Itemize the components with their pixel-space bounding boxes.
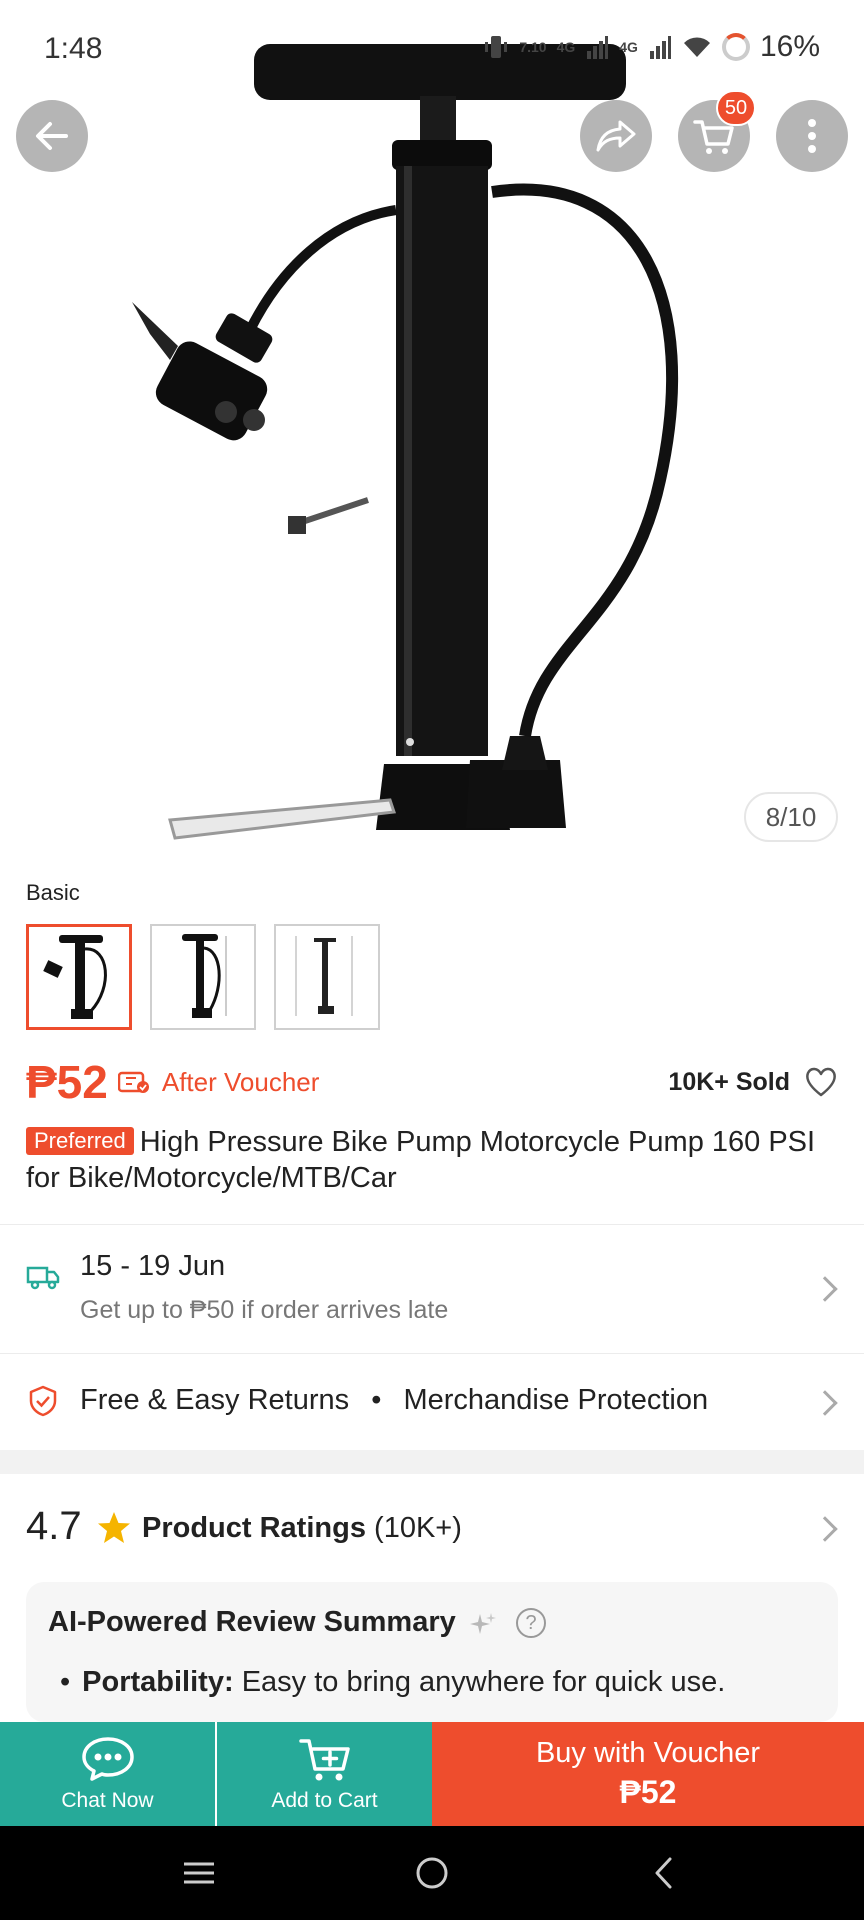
ai-summary-bullet: • Portability: Easy to bring anywhere for…	[60, 1666, 726, 1698]
chat-now-button[interactable]: Chat Now	[0, 1722, 215, 1826]
chevron-right-icon	[812, 1390, 838, 1416]
pump-thumbnail-image	[182, 934, 227, 1018]
sold-count: 10K+ Sold	[668, 1067, 790, 1096]
status-bar: 1:48 7.10 4G 4G 16%	[0, 0, 864, 100]
buy-price: ₱52	[619, 1774, 677, 1810]
preferred-badge: Preferred	[26, 1127, 134, 1155]
network-type-1: 4G	[556, 39, 576, 55]
more-vertical-icon	[808, 119, 816, 153]
ai-review-summary-card: AI-Powered Review Summary ? • Portability…	[26, 1582, 838, 1722]
share-button[interactable]	[580, 100, 652, 172]
bullet-label: Portability:	[82, 1666, 234, 1698]
more-options-button[interactable]	[776, 100, 848, 172]
delivery-date: 15 - 19 Jun	[80, 1250, 226, 1282]
home-icon[interactable]	[409, 1850, 455, 1896]
variant-thumbnail[interactable]	[26, 924, 132, 1030]
chat-now-label: Chat Now	[61, 1789, 154, 1812]
back-nav-icon[interactable]	[642, 1850, 688, 1896]
late-delivery-note: Get up to ₱50 if order arrives late	[80, 1296, 449, 1324]
back-button[interactable]	[16, 100, 88, 172]
delivery-row[interactable]	[0, 1225, 864, 1353]
voucher-icon	[117, 1071, 149, 1093]
product-image-gallery[interactable]: 1:48 7.10 4G 4G 16% 50 8/10	[0, 0, 864, 860]
variant-label: Basic	[26, 880, 80, 905]
wifi-icon	[683, 37, 710, 57]
add-to-cart-label: Add to Cart	[271, 1789, 378, 1812]
battery-icon	[721, 33, 750, 61]
ai-summary-title: AI-Powered Review Summary	[48, 1606, 456, 1638]
variant-thumbnail[interactable]	[274, 924, 380, 1030]
pump-thumbnail-image	[43, 935, 107, 1019]
cart-button[interactable]: 50	[678, 90, 756, 172]
returns-text: Free & Easy Returns • Merchandise Protec…	[80, 1384, 708, 1417]
help-icon[interactable]: ?	[516, 1608, 546, 1638]
recent-apps-icon[interactable]	[176, 1850, 222, 1896]
truck-icon	[26, 1266, 60, 1290]
merchandise-protection-label: Merchandise Protection	[403, 1384, 709, 1416]
free-returns-label: Free & Easy Returns	[80, 1384, 350, 1416]
sparkle-icon	[470, 1613, 496, 1634]
ratings-count: (10K+)	[374, 1512, 462, 1544]
bottom-action-bar: Chat Now Add to Cart Buy with Voucher ₱5…	[0, 1722, 864, 1826]
shield-check-icon	[29, 1385, 57, 1417]
variant-thumbnails	[26, 924, 380, 1030]
chat-icon	[81, 1737, 134, 1781]
signal-icon	[587, 36, 609, 59]
share-icon	[596, 120, 636, 152]
net-speed: 7.10	[519, 39, 547, 55]
bullet-separator: •	[371, 1384, 382, 1416]
image-counter: 8/10	[744, 792, 838, 842]
variant-thumbnail[interactable]	[150, 924, 256, 1030]
vibrate-icon	[485, 36, 508, 58]
pump-dimensions-thumbnail-image	[295, 936, 353, 1016]
cart-count-badge: 50	[716, 90, 756, 126]
system-navigation-bar	[0, 1826, 864, 1920]
chevron-right-icon	[812, 1516, 838, 1542]
product-title: Preferred High Pressure Bike Pump Motorcy…	[26, 1124, 838, 1196]
signal-icon	[649, 36, 671, 59]
add-to-cart-button[interactable]: Add to Cart	[217, 1722, 432, 1826]
star-icon	[98, 1512, 130, 1543]
arrow-left-icon	[36, 122, 68, 150]
buy-label: Buy with Voucher	[535, 1737, 761, 1769]
bullet-text: Easy to bring anywhere for quick use.	[241, 1666, 726, 1698]
section-separator	[0, 1450, 864, 1474]
chevron-right-icon	[812, 1276, 838, 1302]
ratings-label: Product Ratings (10K+)	[142, 1512, 462, 1545]
add-cart-icon	[298, 1739, 350, 1781]
ratings-title: Product Ratings	[142, 1512, 366, 1544]
buy-with-voucher-button[interactable]: Buy with Voucher ₱52	[432, 1722, 864, 1826]
price-row: ₱52 After Voucher 10K+ Sold	[26, 1052, 838, 1112]
network-type-2: 4G	[619, 39, 638, 55]
after-voucher-label: After Voucher	[161, 1066, 320, 1097]
rating-score: 4.7	[26, 1504, 82, 1548]
product-title-text: High Pressure Bike Pump Motorcycle Pump …	[26, 1126, 816, 1194]
status-time: 1:48	[44, 32, 103, 65]
heart-icon[interactable]	[804, 1065, 838, 1099]
battery-percent: 16%	[759, 30, 820, 63]
status-icons: 7.10 4G 4G 16%	[483, 30, 820, 64]
price: ₱52	[26, 1056, 108, 1108]
